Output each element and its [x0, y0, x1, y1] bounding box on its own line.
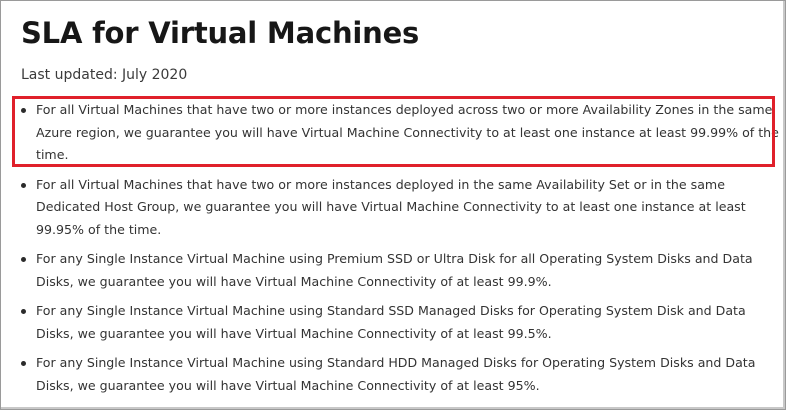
- sla-list-item: For any Single Instance Virtual Machine …: [21, 352, 781, 397]
- bullet-icon: [21, 361, 26, 366]
- sla-text-line: For any Single Instance Virtual Machine …: [36, 303, 746, 318]
- sla-list: For all Virtual Machines that have two o…: [21, 99, 781, 397]
- sla-text-line: 99.95% of the time.: [36, 221, 162, 237]
- bullet-icon: [21, 108, 26, 113]
- sla-list-item: For all Virtual Machines that have two o…: [21, 99, 781, 167]
- bullet-icon: [21, 182, 26, 188]
- sla-text-line: For all Virtual Machines that have two o…: [36, 176, 725, 192]
- sla-list-item: For any Single Instance Virtual Machine …: [21, 248, 781, 293]
- last-updated-text: Last updated: July 2020: [21, 67, 188, 83]
- sla-list-item: For any Single Instance Virtual Machine …: [21, 300, 781, 345]
- article-content: SLA for Virtual Machines Last updated: J…: [21, 11, 781, 393]
- sla-text-line: Dedicated Host Group, we guarantee you w…: [36, 199, 746, 214]
- sla-text-line: Disks, we guarantee you will have Virtua…: [36, 377, 540, 393]
- sla-text-line: For all Virtual Machines that have two o…: [36, 102, 773, 117]
- bullet-icon: [21, 309, 26, 314]
- sla-text-line: Disks, we guarantee you will have Virtua…: [36, 325, 552, 341]
- page-frame: SLA for Virtual Machines Last updated: J…: [0, 0, 786, 410]
- sla-text-line: For any Single Instance Virtual Machine …: [36, 251, 753, 266]
- sla-text-line: For any Single Instance Virtual Machine …: [36, 355, 756, 370]
- sla-text-line: Disks, we guarantee you will have Virtua…: [36, 273, 552, 289]
- sla-list-item: For all Virtual Machines that have two o…: [21, 174, 781, 242]
- page-title: SLA for Virtual Machines: [21, 16, 420, 50]
- bullet-icon: [21, 257, 26, 262]
- sla-text-line: Azure region, we guarantee you will have…: [36, 124, 779, 140]
- sla-text-line: time.: [36, 147, 69, 162]
